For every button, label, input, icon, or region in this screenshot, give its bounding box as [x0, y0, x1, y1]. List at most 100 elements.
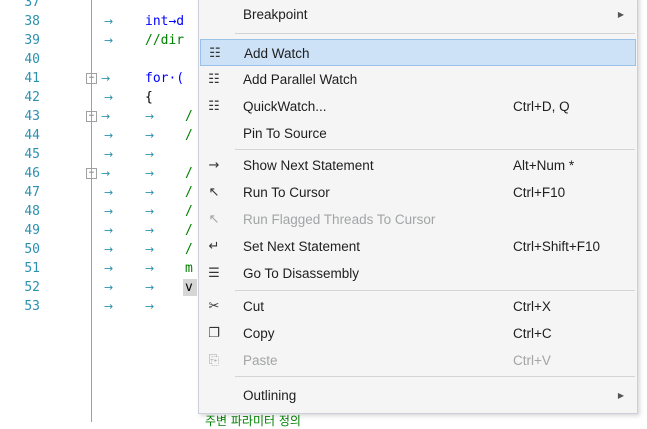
context-menu: Breakpoint ▶ ☷ Add Watch ☷ Add Parallel … — [198, 0, 638, 414]
tab-arrow-icon: → — [104, 186, 114, 199]
tab-arrow-icon: → — [104, 205, 114, 218]
line-number: 40 — [24, 52, 40, 67]
menu-separator — [235, 149, 635, 150]
line-number: 42 — [24, 90, 40, 105]
tab-arrow-icon: → — [145, 243, 155, 256]
menu-item-label: Run To Cursor — [243, 185, 330, 200]
code-text: / — [185, 204, 193, 219]
menu-item-add-watch[interactable]: ☷ Add Watch — [200, 39, 636, 66]
tab-arrow-icon: → — [104, 281, 114, 294]
tab-arrow-icon: → — [101, 110, 111, 123]
tab-arrow-icon: → — [104, 243, 114, 256]
cursor-icon: ↖ — [208, 185, 220, 200]
menu-item-label: Set Next Statement — [243, 239, 361, 254]
menu-item-set-next-statement[interactable]: ↵ Set Next Statement Ctrl+Shift+F10 — [200, 233, 636, 260]
line-number: 46 — [24, 166, 40, 181]
menu-item-label: Show Next Statement — [243, 158, 374, 173]
line-number: 44 — [24, 128, 40, 143]
paste-icon: ⎘ — [208, 353, 220, 368]
menu-item-shortcut: Ctrl+X — [513, 299, 551, 314]
menu-item-shortcut: Ctrl+C — [513, 326, 552, 341]
menu-item-label: QuickWatch... — [243, 99, 327, 114]
menu-item-run-to-cursor[interactable]: ↖ Run To Cursor Ctrl+F10 — [200, 179, 636, 206]
line-number: 41 — [24, 71, 40, 86]
tab-arrow-icon: → — [104, 15, 114, 28]
line-number: 38 — [24, 14, 40, 29]
menu-item-label: Add Watch — [244, 46, 310, 61]
code-text-partial: 주변 파라미터 정의 — [205, 414, 301, 428]
code-text: / — [185, 223, 193, 238]
code-text: { — [145, 90, 153, 105]
menu-item-run-flagged-threads[interactable]: ↖ Run Flagged Threads To Cursor — [200, 206, 636, 233]
code-text: m — [185, 261, 193, 276]
tab-arrow-icon: → — [104, 224, 114, 237]
line-number: 47 — [24, 185, 40, 200]
menu-item-label: Copy — [243, 326, 275, 341]
tab-arrow-icon: → — [104, 91, 114, 104]
tab-arrow-icon: → — [145, 110, 155, 123]
code-text: / — [185, 128, 193, 143]
menu-item-cut[interactable]: ✂ Cut Ctrl+X — [200, 293, 636, 320]
watch-glasses-icon: ☷ — [208, 72, 220, 87]
menu-item-outlining[interactable]: Outlining ▶ — [200, 382, 636, 409]
line-number: 43 — [24, 109, 40, 124]
menu-item-label: Outlining — [243, 388, 297, 403]
tab-arrow-icon: → — [104, 129, 114, 142]
tab-arrow-icon: → — [145, 148, 155, 161]
menu-item-add-parallel-watch[interactable]: ☷ Add Parallel Watch — [200, 66, 636, 93]
menu-item-show-next-statement[interactable]: → Show Next Statement Alt+Num * — [200, 152, 636, 179]
menu-separator — [235, 33, 635, 34]
menu-item-shortcut: Ctrl+F10 — [513, 185, 566, 200]
code-text: / — [185, 109, 193, 124]
copy-icon: ❐ — [208, 326, 220, 341]
tab-arrow-icon: → — [145, 281, 155, 294]
menu-item-quickwatch[interactable]: ☷ QuickWatch... Ctrl+D, Q — [200, 93, 636, 120]
menu-item-go-to-disassembly[interactable]: ☰ Go To Disassembly — [200, 260, 636, 287]
menu-item-pin-to-source[interactable]: Pin To Source — [200, 120, 636, 147]
line-number: 53 — [24, 299, 40, 314]
menu-separator — [235, 290, 635, 291]
menu-item-paste[interactable]: ⎘ Paste Ctrl+V — [200, 347, 636, 374]
line-number: 50 — [24, 242, 40, 257]
line-number: 49 — [24, 223, 40, 238]
tab-arrow-icon: → — [145, 186, 155, 199]
arrow-right-icon: → — [208, 158, 220, 173]
tab-arrow-icon: → — [101, 72, 111, 85]
menu-separator — [235, 376, 635, 377]
menu-item-shortcut: Ctrl+Shift+F10 — [513, 239, 601, 254]
tab-arrow-icon: → — [145, 224, 155, 237]
menu-item-copy[interactable]: ❐ Copy Ctrl+C — [200, 320, 636, 347]
menu-item-label: Breakpoint — [243, 7, 308, 22]
watch-glasses-icon: ☷ — [208, 99, 220, 114]
line-number: 48 — [24, 204, 40, 219]
set-next-statement-icon: ↵ — [208, 239, 220, 254]
line-number: 51 — [24, 261, 40, 276]
menu-item-label: Add Parallel Watch — [243, 72, 358, 87]
menu-item-label: Cut — [243, 299, 265, 314]
line-number: 52 — [24, 280, 40, 295]
menu-item-shortcut: Ctrl+D, Q — [513, 99, 570, 114]
tab-arrow-icon: → — [101, 167, 111, 180]
code-text: / — [185, 242, 193, 257]
tab-arrow-icon: → — [145, 300, 155, 313]
submenu-arrow-icon: ▶ — [617, 391, 624, 400]
code-text: for·( — [145, 71, 185, 86]
tab-arrow-icon: → — [145, 205, 155, 218]
code-text: / — [185, 166, 193, 181]
cursor-icon: ↖ — [208, 212, 220, 227]
menu-item-label: Go To Disassembly — [243, 266, 360, 281]
code-text: v — [185, 280, 193, 295]
line-number: 45 — [24, 147, 40, 162]
tab-arrow-icon: → — [104, 300, 114, 313]
scissors-icon: ✂ — [208, 299, 220, 314]
menu-item-shortcut: Ctrl+V — [513, 353, 551, 368]
line-number: 39 — [24, 33, 40, 48]
tab-arrow-icon: → — [145, 129, 155, 142]
menu-item-breakpoint[interactable]: Breakpoint ▶ — [200, 1, 636, 28]
code-text: //dir — [145, 33, 185, 48]
outline-guide — [91, 0, 92, 422]
submenu-arrow-icon: ▶ — [617, 10, 624, 19]
code-text: int→d — [145, 14, 185, 29]
tab-arrow-icon: → — [104, 148, 114, 161]
tab-arrow-icon: → — [145, 167, 155, 180]
